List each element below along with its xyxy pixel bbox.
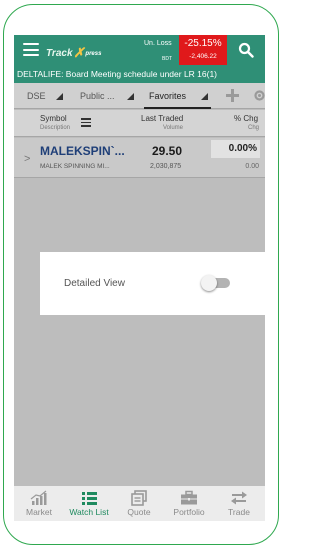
nav-portfolio[interactable]: Portfolio [164,486,214,521]
news-ticker[interactable]: DELTALIFE: Board Meeting schedule under … [14,65,265,83]
dse-dropdown-icon[interactable] [56,93,63,100]
row-percent-change: 0.00% [211,140,260,158]
detailed-view-label: Detailed View [64,278,125,289]
column-header: Symbol Description Last Traded Volume % … [14,110,265,137]
last-traded-column-header[interactable]: Last Traded [141,114,183,123]
row-description: MALEK SPINNING MI... [40,163,110,170]
row-symbol: MALEKSPIN`... [40,144,125,158]
description-column-header: Description [40,125,71,131]
currency-label: BDT [162,56,172,62]
row-volume: 2,030,875 [150,163,182,170]
search-icon[interactable] [238,42,254,58]
list-icon [82,492,97,505]
loss-value: -2,406.22 [189,53,217,60]
detailed-view-toggle[interactable] [201,275,230,291]
public-dropdown-icon[interactable] [127,93,134,100]
percent-change-column-header[interactable]: % Chg [234,114,258,123]
sort-icon[interactable] [81,118,91,127]
symbol-column-header[interactable]: Symbol [40,114,67,123]
chevron-right-icon[interactable]: > [24,153,30,165]
add-watchlist-icon[interactable] [226,89,239,102]
detailed-view-dialog: Detailed View [40,252,265,315]
gear-icon[interactable] [253,89,265,102]
row-change: 0.00 [245,163,259,170]
volume-column-header: Volume [163,125,184,131]
row-price: 29.50 [152,144,183,158]
arrows-icon [231,491,247,505]
market-chart-icon [30,490,47,505]
quote-icon [131,490,147,506]
tab-public[interactable]: Public ... [80,83,115,109]
app-screen: Track ✗ press Un. Loss BDT -25.15% -2,40… [14,35,265,521]
tab-dse[interactable]: DSE [27,83,46,109]
briefcase-icon [181,490,197,505]
bottom-nav: Market Watch List Quote Portfolio Trade [14,485,265,521]
change-column-header: Chg [248,125,260,131]
favorites-dropdown-icon[interactable] [201,93,208,100]
unrealized-loss-label: Un. Loss [144,40,172,47]
table-row[interactable]: > MALEKSPIN`... MALEK SPINNING MI... 29.… [14,138,265,178]
nav-watch-list[interactable]: Watch List [64,486,114,521]
loss-percent: -25.15% [184,38,222,49]
toggle-knob[interactable] [201,275,217,291]
app-logo: Track ✗ press [46,45,102,60]
nav-market[interactable]: Market [14,486,64,521]
hamburger-menu-icon[interactable] [23,43,39,56]
nav-quote[interactable]: Quote [114,486,164,521]
top-bar: Track ✗ press Un. Loss BDT -25.15% -2,40… [14,35,265,65]
unrealized-loss-badge: -25.15% -2,406.22 [179,35,227,65]
nav-trade[interactable]: Trade [214,486,264,521]
watchlist-tabs: DSE Public ... Favorites [14,83,265,109]
